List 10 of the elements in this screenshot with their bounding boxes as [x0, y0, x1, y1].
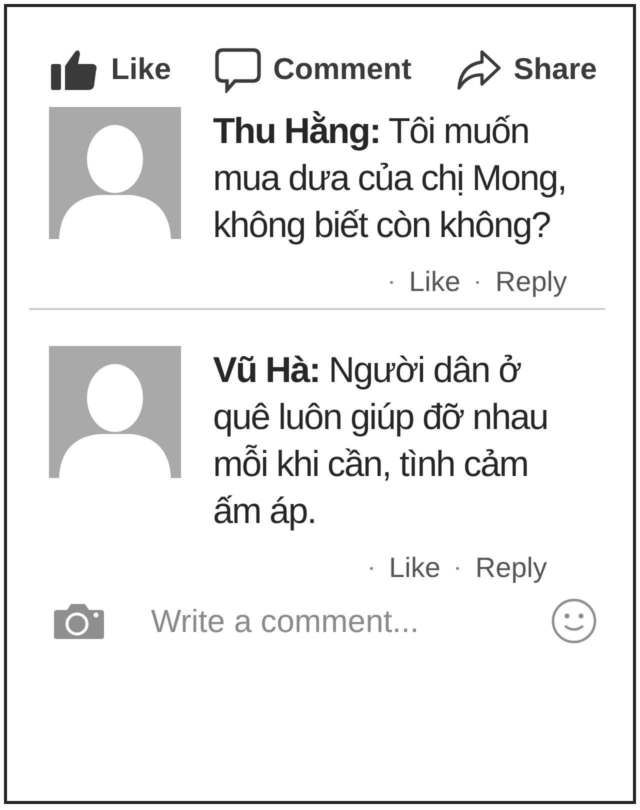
like-link[interactable]: Like [409, 266, 460, 298]
comment-text: Thu Hằng: Tôi muốn mua dưa của chị Mong, không biết còn không? [213, 109, 568, 247]
comment-text: Vũ Hà: Người dân ở quê luôn giúp đỡ nhau mỗi khi cần, tình cảm ấm áp. [213, 348, 549, 533]
reply-link[interactable]: Reply [475, 552, 547, 584]
reply-link[interactable]: Reply [495, 266, 567, 298]
like-link[interactable]: Like [389, 552, 440, 584]
like-button[interactable]: Like [49, 48, 172, 92]
comment-input[interactable]: Write a comment... [151, 602, 505, 640]
comment-button[interactable]: Comment [215, 47, 412, 93]
share-button[interactable]: Share [456, 49, 597, 91]
